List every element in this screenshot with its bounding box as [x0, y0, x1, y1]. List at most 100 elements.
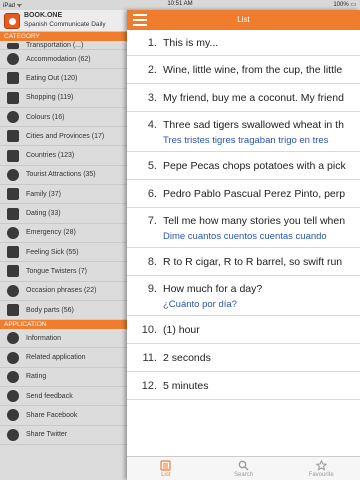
brand-subtitle: Spanish Communicate Daily — [24, 21, 106, 28]
phrase-row[interactable]: 8. R to R cigar, R to R barrel, so swift … — [127, 248, 360, 276]
phrase-list[interactable]: 1. This is my... 2. Wine, little wine, from… — [127, 30, 360, 456]
cart-icon — [0, 91, 26, 104]
sidebar-app-item[interactable]: Related application — [0, 348, 127, 368]
phrase-number: 5. — [147, 159, 157, 172]
tab-favourite[interactable]: Favourite — [282, 457, 360, 480]
sidebar-item[interactable]: Colours (16) — [0, 108, 127, 128]
sidebar-item-label: Shopping (119) — [26, 94, 74, 102]
phrase-number: 8. — [147, 255, 157, 268]
phrase-row[interactable]: 10. (1) hour — [127, 316, 360, 344]
phrase-spanish: Tres tristes tigres tragaban trigo en tr… — [163, 135, 329, 146]
mail-icon — [0, 390, 26, 403]
phrase-row[interactable]: 1. This is my... — [127, 30, 360, 56]
palette-icon — [0, 111, 26, 124]
sidebar-item-label: Cities and Provinces (17) — [26, 132, 105, 140]
phrase-row[interactable]: 2. Wine, little wine, from the cup, the l… — [127, 56, 360, 84]
phrase-text: Wine, little wine, from the cup, the lit… — [163, 64, 360, 76]
phrase-row[interactable]: 9. How much for a day? ¿Cuánto por día? — [127, 276, 360, 316]
sidebar-item[interactable]: Feeling Sick (55) — [0, 243, 127, 263]
phrase-text: My friend, buy me a coconut. My friend — [163, 92, 360, 104]
sidebar-app-item-label: Send feedback — [26, 392, 73, 400]
sidebar-item[interactable]: Tongue Twisters (7) — [0, 262, 127, 282]
phrase-number: 10. — [141, 323, 157, 336]
phrase-row[interactable]: 5. Pepe Pecas chops potatoes with a pick — [127, 152, 360, 180]
house-icon — [0, 53, 26, 66]
sidebar-item[interactable]: Body parts (56) — [0, 301, 127, 321]
tourist-icon — [0, 168, 26, 181]
phrase-english: This is my... — [163, 36, 219, 49]
sidebar-item[interactable]: Eating Out (120) — [0, 69, 127, 89]
sidebar-item[interactable]: Tourist Attractions (35) — [0, 166, 127, 186]
phrase-text: Pedro Pablo Pascual Perez Pinto, perp — [163, 188, 360, 200]
sidebar-item[interactable]: Dating (33) — [0, 204, 127, 224]
phrase-number: 1. — [147, 36, 157, 49]
app-logo-icon — [4, 13, 20, 29]
sidebar-item[interactable]: Occasion phrases (22) — [0, 282, 127, 301]
phrase-english: Tell me how many stories you tell when — [163, 215, 346, 227]
sidebar-app-item[interactable]: Share Twitter — [0, 426, 127, 445]
tab-label: Search — [234, 472, 254, 478]
phrase-row[interactable]: 4. Three sad tigers swallowed wheat in th… — [127, 112, 360, 152]
sidebar-app-item[interactable]: Rating — [0, 368, 127, 388]
sidebar-item-label: Dating (33) — [26, 210, 61, 218]
tab-search[interactable]: Search — [205, 457, 283, 480]
phrase-english: R to R cigar, R to R barrel, so swift ru… — [163, 255, 343, 268]
application-section-header: APPLICATION — [0, 320, 127, 330]
occasion-icon — [0, 284, 26, 297]
sick-icon — [0, 246, 26, 259]
sidebar-item[interactable]: Shopping (119) — [0, 89, 127, 108]
search-icon — [238, 460, 249, 471]
sidebar-app-item[interactable]: Share Facebook — [0, 406, 127, 426]
sidebar-item-label: Body parts (56) — [26, 306, 74, 314]
sidebar-item[interactable]: Family (37) — [0, 185, 127, 205]
status-bar: iPad ᯤ 10:51 AM 100% ▭ — [0, 0, 360, 10]
sidebar-item[interactable]: Cities and Provinces (17) — [0, 127, 127, 147]
sidebar-item-label: Feeling Sick (55) — [26, 248, 79, 256]
phrase-text: Tell me how many stories you tell when Di… — [163, 215, 360, 247]
phrase-english: My friend, buy me a coconut. My friend — [163, 91, 344, 104]
sidebar-item-label: Colours (16) — [26, 113, 65, 121]
phrase-text: Three sad tigers swallowed wheat in th Tr… — [163, 119, 360, 151]
sidebar-app-item-label: Related application — [26, 354, 86, 362]
status-time: 10:51 AM — [167, 1, 193, 7]
sidebar-item-label: Tourist Attractions (35) — [26, 171, 96, 179]
star-icon — [0, 370, 26, 383]
sidebar-app-item[interactable]: Send feedback — [0, 387, 127, 407]
phrase-english: Pedro Pablo Pascual Perez Pinto, perp — [163, 187, 346, 200]
sidebar-item[interactable]: Accommodation (62) — [0, 50, 127, 70]
sidebar-item[interactable]: Countries (123) — [0, 146, 127, 166]
emergency-icon — [0, 226, 26, 239]
sidebar-item[interactable]: Transportation (...) — [0, 41, 127, 50]
phrase-english: Wine, little wine, from the cup, the lit… — [163, 63, 343, 76]
phrase-row[interactable]: 6. Pedro Pablo Pascual Perez Pinto, perp — [127, 180, 360, 208]
phrase-english: Pepe Pecas chops potatoes with a pick — [163, 159, 346, 172]
phrase-spanish: ¿Cuánto por día? — [163, 299, 237, 310]
sidebar-app-item-label: Information — [26, 334, 62, 342]
battery-label: 100% ▭ — [333, 2, 356, 8]
sidebar-app-item-label: Share Twitter — [26, 431, 68, 439]
star-icon — [315, 459, 328, 471]
phrase-text: R to R cigar, R to R barrel, so swift ru… — [163, 256, 360, 268]
phrase-row[interactable]: 12. 5 minutes — [127, 372, 360, 400]
phrase-english: How much for a day? — [163, 283, 263, 295]
share-icon — [0, 351, 26, 364]
phrase-text: 5 minutes — [163, 380, 360, 392]
phrase-row[interactable]: 3. My friend, buy me a coconut. My friend — [127, 84, 360, 112]
phrase-english: (1) hour — [163, 323, 200, 336]
tab-bar: List Search Favourite — [127, 456, 360, 480]
dating-icon — [0, 207, 26, 220]
body-icon — [0, 304, 26, 316]
phrase-row[interactable]: 7. Tell me how many stories you tell when… — [127, 208, 360, 248]
fork-knife-icon — [0, 72, 26, 85]
phrase-number: 2. — [147, 63, 157, 76]
sidebar-app-item-label: Rating — [26, 373, 47, 381]
phrase-row[interactable]: 11. 2 seconds — [127, 344, 360, 372]
family-icon — [0, 188, 26, 201]
main-panel: List 1. This is my... 2. Wine, little wine,… — [127, 10, 360, 480]
sidebar-item-label: Transportation (...) — [26, 42, 84, 49]
tab-list[interactable]: List — [127, 457, 205, 480]
list-icon — [160, 460, 171, 471]
sidebar-item[interactable]: Emergency (28) — [0, 224, 127, 243]
sidebar-item-label: Accommodation (62) — [26, 55, 91, 63]
sidebar-app-item[interactable]: Information — [0, 329, 127, 349]
